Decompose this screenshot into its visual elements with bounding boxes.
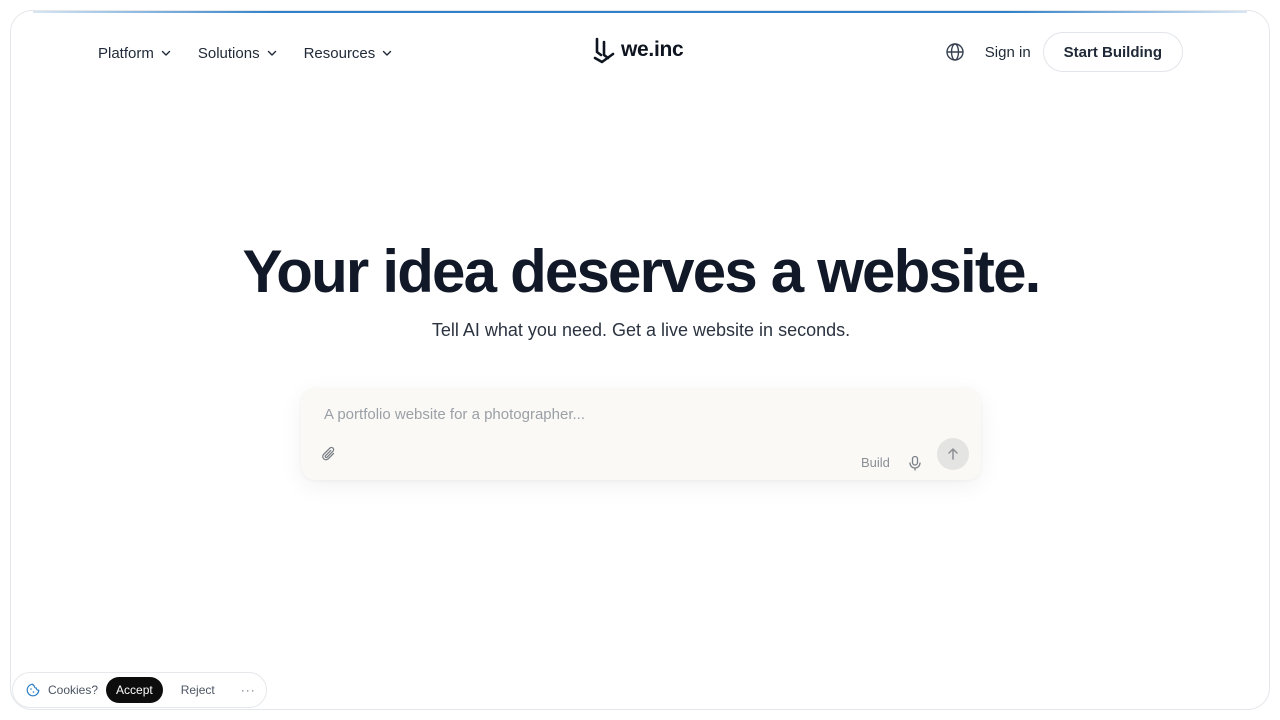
nav-item-solutions[interactable]: Solutions — [198, 41, 278, 65]
brand-logo[interactable]: we.inc — [591, 36, 684, 64]
start-building-button[interactable]: Start Building — [1042, 32, 1183, 72]
logo-text: we.inc — [621, 38, 684, 61]
sign-in-link[interactable]: Sign in — [985, 44, 1031, 61]
reject-cookies-button[interactable]: Reject — [181, 683, 215, 697]
page-frame: Platform Solutions Resources we.inc Sign… — [10, 10, 1270, 710]
more-cookie-options-button[interactable]: ··· — [241, 683, 256, 697]
nav-item-label: Platform — [98, 44, 154, 62]
chevron-down-icon — [161, 50, 171, 56]
nav-item-label: Resources — [303, 44, 376, 62]
prompt-box: Build — [301, 388, 981, 480]
prompt-input[interactable] — [324, 402, 944, 426]
cookie-banner: Cookies? Accept Reject ··· — [12, 672, 267, 708]
chevron-down-icon — [383, 50, 392, 56]
accept-cookies-button[interactable]: Accept — [106, 677, 163, 703]
send-button[interactable] — [937, 438, 969, 470]
globe-icon[interactable] — [945, 42, 965, 62]
nav-item-platform[interactable]: Platform — [98, 41, 172, 65]
hero-subtitle: Tell AI what you need. Get a live websit… — [431, 320, 851, 340]
build-mode-toggle[interactable]: Build — [861, 455, 890, 470]
chevron-down-icon — [267, 50, 276, 56]
top-accent-line — [33, 11, 1247, 13]
hero-title: Your idea deserves a website. — [242, 238, 1041, 305]
we-inc-logo-icon — [593, 37, 615, 64]
cookie-icon — [26, 683, 40, 697]
nav-item-label: Solutions — [197, 44, 260, 62]
nav-item-resources[interactable]: Resources — [304, 41, 394, 65]
nav-actions: Sign in Start Building — [945, 32, 1183, 72]
microphone-icon[interactable] — [907, 455, 923, 471]
cookie-prompt-label: Cookies? — [48, 683, 99, 697]
paperclip-icon[interactable] — [320, 445, 338, 463]
main-nav: Platform Solutions Resources — [98, 41, 393, 65]
arrow-up-icon — [948, 448, 958, 460]
